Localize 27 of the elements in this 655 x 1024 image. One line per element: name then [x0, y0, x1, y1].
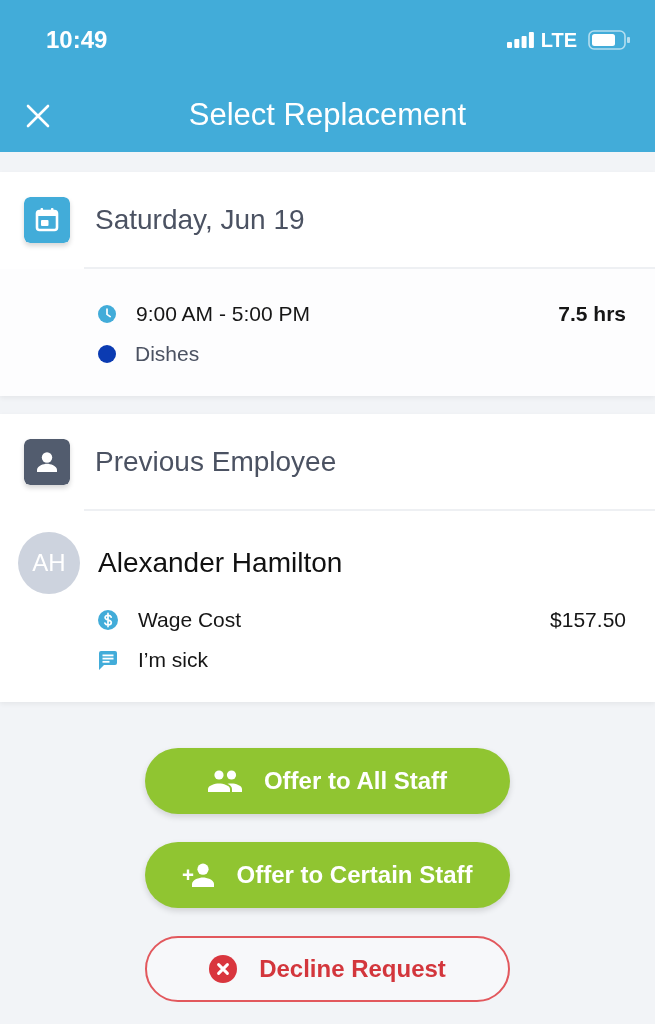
clock-icon	[98, 305, 116, 323]
battery-icon	[588, 30, 631, 50]
offer-button[interactable]: Offer to Certain Staff	[145, 842, 510, 908]
dollar-icon	[98, 610, 118, 630]
shift-date: Saturday, Jun 19	[95, 203, 305, 236]
close-button[interactable]	[26, 104, 50, 128]
note-text: I’m sick	[138, 648, 208, 672]
decline-button[interactable]: Decline Request	[145, 936, 510, 1002]
wage-label: Wage Cost	[138, 608, 242, 632]
x-circle-icon	[209, 955, 238, 983]
status-time: 10:49	[46, 26, 108, 54]
employee-name: Alexander Hamilton	[98, 547, 343, 579]
shift-time: 9:00 AM - 5:00 PM	[136, 302, 310, 326]
person-add-icon	[182, 863, 215, 887]
close-icon	[26, 104, 50, 128]
offer-button[interactable]: Offer to All Staff	[145, 748, 510, 814]
position-name: Dishes	[135, 342, 200, 366]
wage-value: $157.50	[550, 608, 626, 632]
chat-icon	[98, 650, 118, 670]
shift-duration: 7.5 hrs	[558, 302, 626, 326]
people-icon	[207, 770, 242, 792]
page-title: Select Replacement	[188, 97, 467, 134]
section-heading: Previous Employee	[95, 445, 337, 478]
signal-icon	[506, 32, 534, 48]
calendar-icon	[24, 196, 70, 243]
person-icon	[24, 438, 70, 485]
network-label: LTE	[540, 28, 577, 52]
